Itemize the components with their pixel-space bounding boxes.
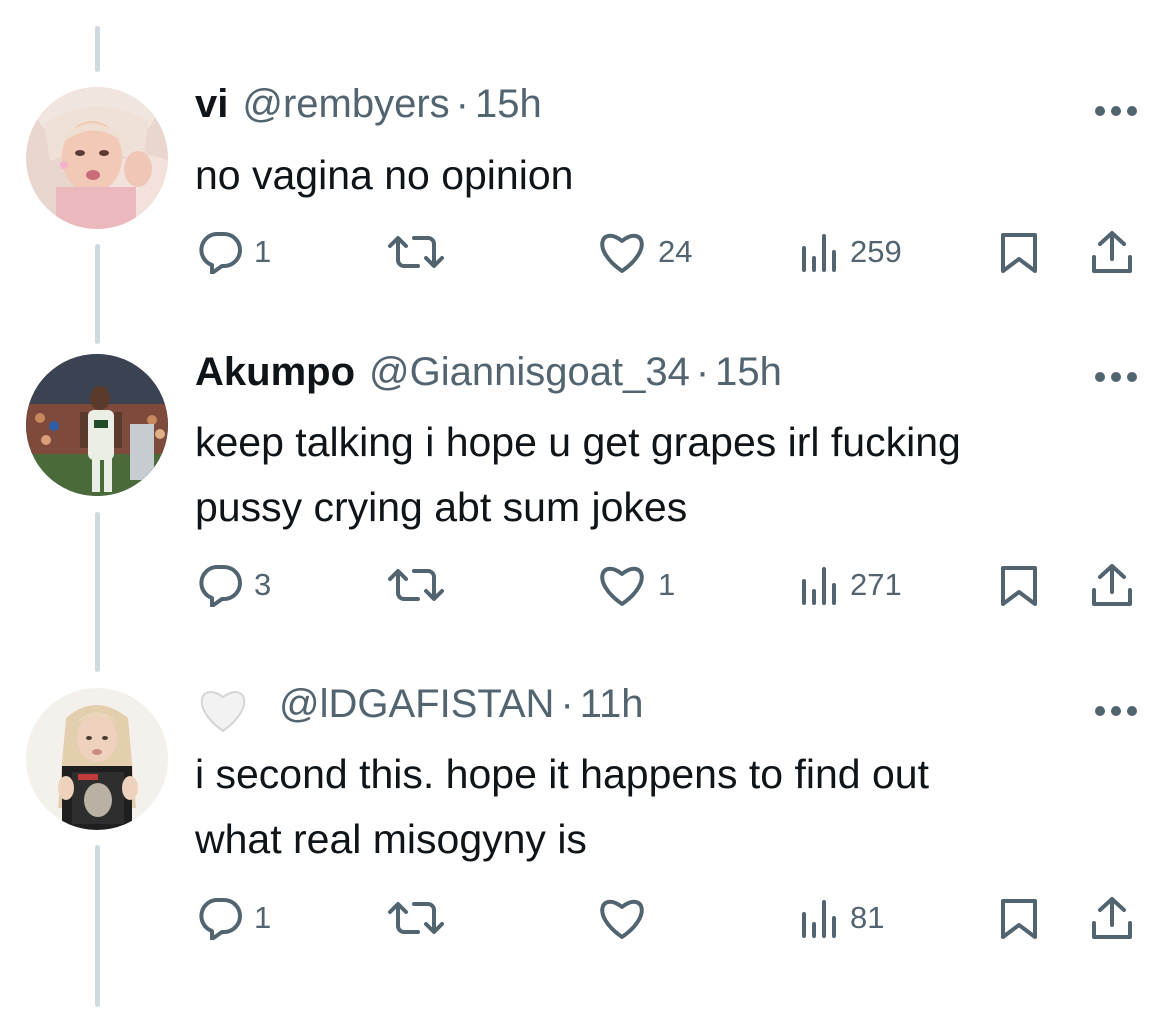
reply-button[interactable]: 1 [196,227,271,277]
timestamp[interactable]: 15h [475,82,542,127]
tweet-text-line: what real misogyny is [195,816,587,862]
retweet-icon [388,569,444,601]
share-icon [1092,897,1132,939]
bookmark-icon [1001,566,1037,606]
tweet-text-line: pussy crying abt sum jokes [195,484,688,530]
reply-button[interactable]: 1 [196,893,271,943]
retweet-icon [388,236,444,268]
tweet-text: i second this. hope it happens to find o… [195,742,1135,872]
reply-count: 1 [254,234,272,269]
like-button[interactable]: 1 [596,560,675,610]
reply-icon [199,565,242,607]
views-icon [802,567,836,605]
more-icon[interactable] [1092,369,1140,385]
bookmark-icon [1001,899,1037,939]
bookmark-icon [1001,233,1037,273]
like-count: 24 [658,234,693,269]
avatar[interactable] [26,87,168,229]
views-icon [802,234,836,272]
share-icon [1092,231,1132,273]
tweet-text-line: no vagina no opinion [195,152,574,198]
user-handle[interactable]: @lDGAFISTAN [279,682,554,727]
bookmark-button[interactable] [997,893,1041,943]
more-icon[interactable] [1092,703,1140,719]
action-bar: 1 24 259 [0,227,1170,277]
tweet[interactable]: @lDGAFISTAN · 11h i second this. hope it… [0,650,1170,1020]
like-button[interactable] [596,893,658,943]
views-button[interactable]: 271 [800,560,902,610]
views-icon [802,900,836,938]
retweet-icon [388,902,444,934]
tweet-text-line: i second this. hope it happens to find o… [195,751,929,797]
action-bar: 3 1 271 [0,560,1170,610]
heart-icon [600,233,644,273]
bookmark-button[interactable] [997,227,1041,277]
views-button[interactable]: 81 [800,893,884,943]
reply-icon [199,898,242,940]
view-count: 81 [850,900,885,935]
like-count: 1 [658,567,676,602]
views-button[interactable]: 259 [800,227,902,277]
tweet-header: vi @rembyers · 15h [195,82,542,138]
tweet[interactable]: vi @rembyers · 15h no vagina no opinion … [0,0,1170,320]
user-handle[interactable]: @Giannisgoat_34 [369,350,690,395]
share-button[interactable] [1088,560,1136,610]
tweet-header: Akumpo @Giannisgoat_34 · 15h [195,350,782,406]
share-icon [1092,564,1132,606]
more-icon[interactable] [1092,103,1140,119]
separator-dot: · [455,82,469,126]
bookmark-button[interactable] [997,560,1041,610]
display-name[interactable]: vi [195,82,228,127]
white-heart-icon [195,685,251,735]
share-button[interactable] [1088,893,1136,943]
avatar[interactable] [26,354,168,496]
like-button[interactable]: 24 [596,227,692,277]
tweet-header: @lDGAFISTAN · 11h [195,682,644,738]
tweet[interactable]: Akumpo @Giannisgoat_34 · 15h keep talkin… [0,320,1170,650]
timestamp[interactable]: 15h [715,350,782,395]
avatar[interactable] [26,688,168,830]
user-handle[interactable]: @rembyers [242,82,449,127]
tweet-text: keep talking i hope u get grapes irl fuc… [195,410,1135,540]
heart-icon [600,899,644,939]
separator-dot: · [695,350,710,394]
action-bar: 1 81 [0,893,1170,943]
view-count: 259 [850,234,902,269]
reply-count: 1 [254,900,272,935]
retweet-button[interactable] [384,227,448,277]
retweet-button[interactable] [384,893,448,943]
retweet-button[interactable] [384,560,448,610]
separator-dot: · [560,682,574,726]
heart-icon [600,566,644,606]
tweet-text-line: keep talking i hope u get grapes irl fuc… [195,419,961,465]
reply-count: 3 [254,567,272,602]
tweet-text: no vagina no opinion [195,143,1135,208]
reply-icon [199,232,242,274]
reply-button[interactable]: 3 [196,560,271,610]
share-button[interactable] [1088,227,1136,277]
display-name[interactable]: Akumpo [195,350,355,395]
timestamp[interactable]: 11h [580,682,644,727]
view-count: 271 [850,567,902,602]
